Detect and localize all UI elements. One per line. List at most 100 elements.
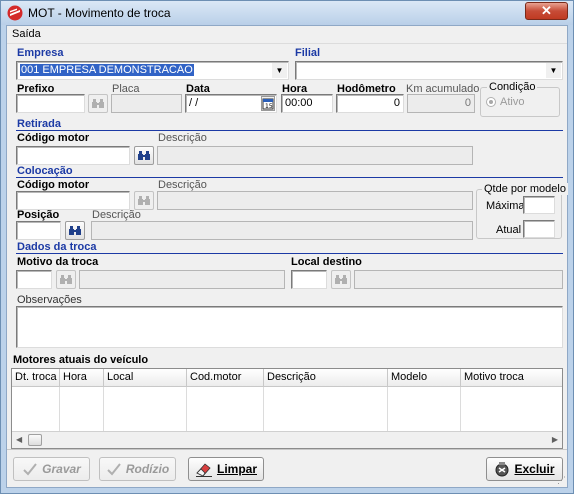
bottom-divider (7, 449, 567, 450)
km-acumulado-input: 0 (407, 94, 475, 113)
grid-body (12, 387, 562, 432)
binoculars-icon (69, 225, 81, 235)
qtde-modelo-title: Qtde por modelo (482, 183, 568, 195)
check-icon (23, 463, 37, 476)
retirada-section-title: Retirada (17, 118, 62, 130)
col-local[interactable]: Local (104, 369, 187, 387)
motivo-search-button[interactable] (56, 270, 76, 289)
calendar-button[interactable]: 15 (261, 96, 275, 111)
binoculars-icon (60, 274, 72, 284)
client-area: Saída Empresa 001 EMPRESA DEMONSTRACAO ▼… (6, 25, 568, 488)
eraser-icon (195, 463, 212, 477)
data-input[interactable]: / / 15 (185, 94, 277, 113)
colocacao-descricao-label: Descrição (158, 179, 207, 191)
colocacao-codigo-input[interactable] (16, 191, 130, 210)
chevron-down-icon[interactable]: ▼ (546, 63, 561, 78)
posicao-search-button[interactable] (65, 221, 85, 240)
col-hora[interactable]: Hora (60, 369, 104, 387)
resize-grip-icon[interactable]: ⋰ (557, 475, 566, 486)
maxima-input[interactable] (523, 196, 555, 214)
condicao-title: Condição (487, 81, 538, 93)
radio-ativo: Ativo (486, 96, 524, 108)
gravar-button[interactable]: Gravar (13, 457, 90, 481)
limpar-button[interactable]: Limpar (188, 457, 264, 481)
excluir-button[interactable]: Excluir (486, 457, 563, 481)
app-logo-icon (7, 5, 23, 21)
qtde-modelo-group: Qtde por modelo Máxima Atual (476, 183, 568, 239)
filial-label: Filial (295, 47, 321, 59)
placa-input (111, 94, 182, 113)
empresa-value: 001 EMPRESA DEMONSTRACAO (20, 64, 194, 76)
prefixo-input[interactable] (16, 94, 85, 113)
local-descricao-input (354, 270, 563, 289)
retirada-codigo-input[interactable] (16, 146, 130, 165)
binoculars-icon (138, 195, 150, 205)
dados-troca-section-title: Dados da troca (17, 241, 97, 253)
colocacao-section-title: Colocação (17, 165, 73, 177)
hora-input[interactable]: 00:00 (281, 94, 333, 113)
menu-bar: Saída (7, 26, 567, 44)
local-destino-label: Local destino (291, 256, 362, 268)
colocacao-divider (16, 177, 563, 178)
limpar-label: Limpar (216, 462, 257, 476)
motores-grid[interactable]: Dt. troca Hora Local Cod.motor Descrição… (11, 368, 563, 449)
observacoes-label: Observações (17, 294, 82, 306)
posicao-input[interactable] (16, 221, 61, 240)
colocacao-descricao-input (157, 191, 473, 210)
binoculars-icon (138, 150, 150, 160)
close-icon: ✕ (541, 3, 552, 18)
svg-text:15: 15 (265, 103, 273, 110)
col-dt-troca[interactable]: Dt. troca (12, 369, 60, 387)
close-button[interactable]: ✕ (525, 2, 568, 20)
local-search-button[interactable] (331, 270, 351, 289)
motivo-troca-label: Motivo da troca (17, 256, 99, 268)
motivo-descricao-input (79, 270, 285, 289)
empresa-select[interactable]: 001 EMPRESA DEMONSTRACAO ▼ (16, 61, 289, 80)
rodizio-button[interactable]: Rodízio (99, 457, 176, 481)
excluir-label: Excluir (514, 462, 555, 476)
local-destino-input[interactable] (291, 270, 327, 289)
scroll-left-icon[interactable]: ◀ (16, 435, 22, 444)
menu-item-saida[interactable]: Saída (12, 28, 41, 40)
title-bar[interactable]: MOT - Movimento de troca ✕ (1, 1, 573, 25)
filial-select[interactable]: ▼ (295, 61, 563, 80)
window-title: MOT - Movimento de troca (28, 6, 171, 20)
empresa-label: Empresa (17, 47, 64, 59)
delete-icon (495, 462, 509, 477)
posicao-label: Posição (17, 209, 60, 221)
col-descricao[interactable]: Descrição (264, 369, 388, 387)
condicao-group: Condição Ativo (480, 81, 560, 117)
chevron-down-icon[interactable]: ▼ (272, 63, 287, 78)
calendar-icon: 15 (262, 98, 274, 110)
rodizio-label: Rodízio (125, 462, 170, 476)
col-motivo-troca[interactable]: Motivo troca (461, 369, 562, 387)
retirada-search-button[interactable] (134, 146, 154, 165)
maxima-label: Máxima (486, 200, 525, 212)
radio-icon (486, 97, 496, 107)
col-modelo[interactable]: Modelo (388, 369, 461, 387)
gravar-label: Gravar (42, 462, 81, 476)
posicao-descricao-label: Descrição (92, 209, 141, 221)
grid-header: Dt. troca Hora Local Cod.motor Descrição… (12, 369, 562, 387)
retirada-codigo-label: Código motor (17, 132, 90, 144)
prefixo-search-button[interactable] (88, 94, 108, 113)
hodometro-input[interactable]: 0 (336, 94, 404, 113)
motores-atuais-title: Motores atuais do veículo (13, 354, 149, 366)
horizontal-scrollbar[interactable]: ◀ ▶ (12, 431, 562, 448)
atual-input[interactable] (523, 220, 555, 238)
scroll-thumb[interactable] (28, 434, 42, 446)
ativo-label: Ativo (500, 96, 525, 108)
binoculars-icon (335, 274, 347, 284)
retirada-descricao-input (157, 146, 473, 165)
scroll-right-icon[interactable]: ▶ (552, 435, 558, 444)
atual-label: Atual (496, 224, 522, 236)
colocacao-search-button[interactable] (134, 191, 154, 210)
observacoes-textarea[interactable] (16, 306, 563, 348)
retirada-divider (16, 130, 563, 131)
col-cod-motor[interactable]: Cod.motor (187, 369, 264, 387)
main-window: MOT - Movimento de troca ✕ Saída Empresa… (0, 0, 574, 494)
motivo-troca-input[interactable] (16, 270, 52, 289)
colocacao-codigo-label: Código motor (17, 179, 90, 191)
posicao-descricao-input (91, 221, 473, 240)
data-value: / / (189, 97, 199, 109)
